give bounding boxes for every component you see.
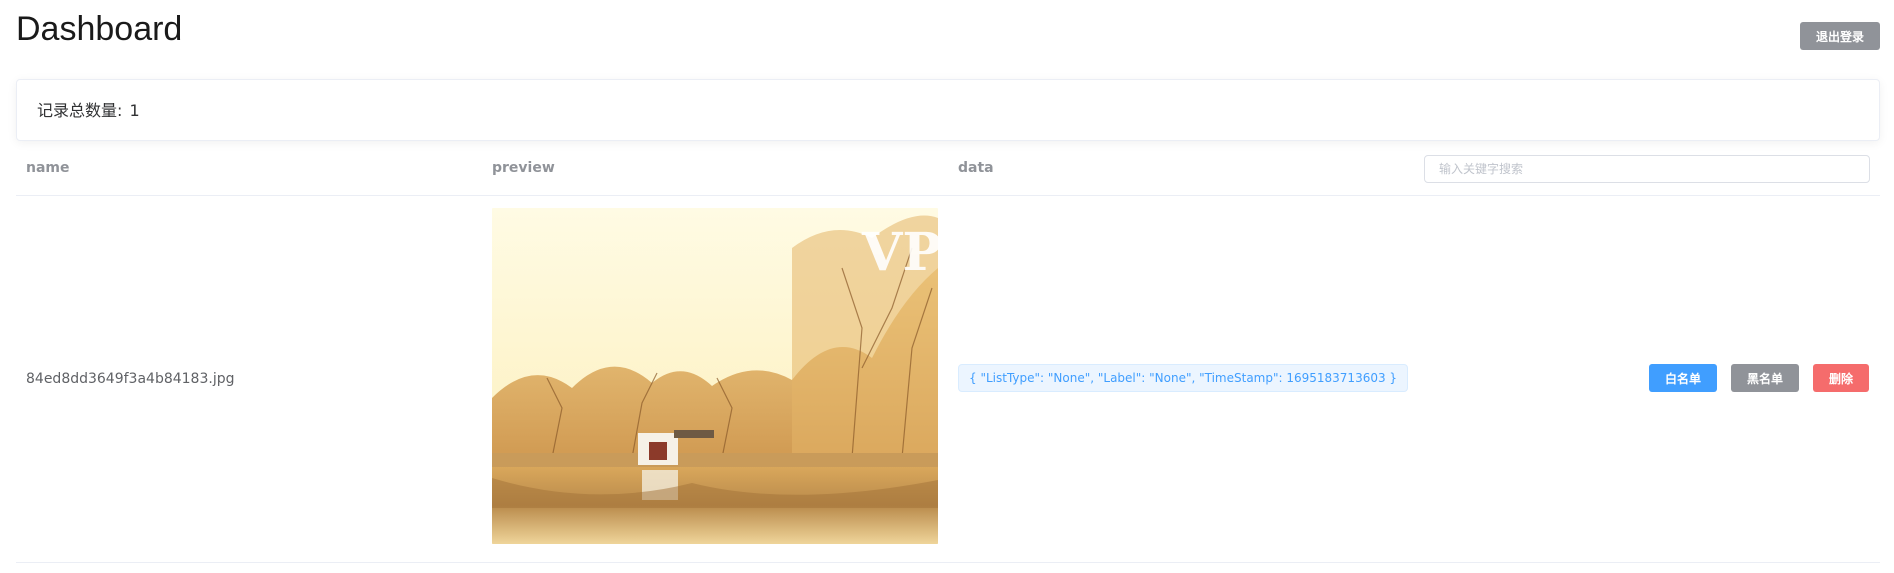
preview-image: VP: [492, 208, 938, 544]
whitelist-button[interactable]: 白名单: [1649, 364, 1717, 392]
delete-button[interactable]: 删除: [1813, 364, 1869, 392]
dashboard-page: Dashboard 退出登录 记录总数量: 1 name preview dat…: [0, 0, 1894, 573]
record-data-tag: { "ListType": "None", "Label": "None", "…: [958, 364, 1409, 392]
table-header: name preview data: [16, 141, 1880, 196]
table-row: 84ed8dd3649f3a4b84183.jpg VP {"ListType…: [16, 196, 1880, 563]
summary-card: 记录总数量: 1: [16, 79, 1880, 141]
record-count-value: 1: [129, 101, 140, 120]
file-name: 84ed8dd3649f3a4b84183.jpg: [26, 371, 235, 387]
column-header-name: name: [26, 160, 70, 176]
record-count-label: 记录总数量:: [37, 101, 123, 120]
preview-watermark: VP: [861, 222, 938, 283]
blacklist-button[interactable]: 黑名单: [1731, 364, 1799, 392]
record-count-text: 记录总数量: 1: [37, 80, 142, 142]
logout-button[interactable]: 退出登录: [1800, 22, 1880, 50]
search-input[interactable]: [1424, 155, 1870, 183]
records-table: name preview data 84ed8dd3649f3a4b84183.…: [16, 141, 1880, 563]
page-title: Dashboard: [16, 10, 183, 48]
column-header-data: data: [958, 160, 994, 176]
column-header-preview: preview: [492, 160, 555, 176]
